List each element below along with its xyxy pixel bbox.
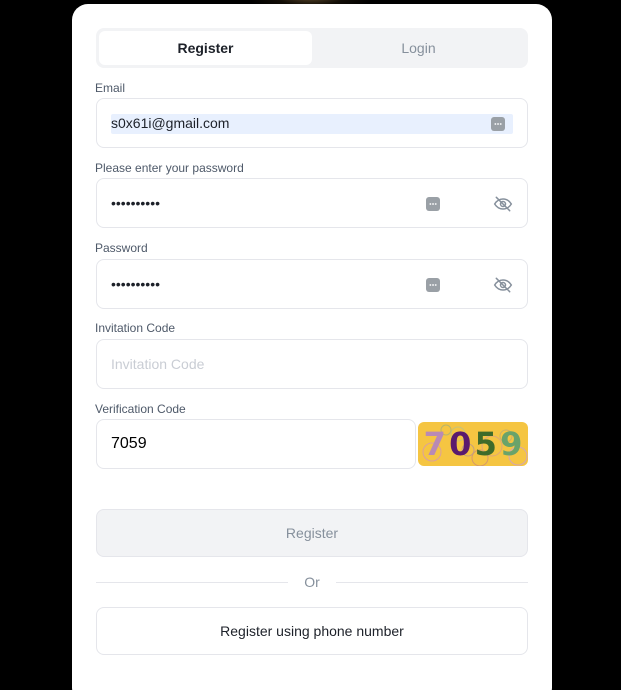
email-field[interactable]: s0x61i@gmail.com [96,98,528,148]
captcha-digit: 5 [474,425,497,463]
eye-off-icon[interactable] [493,194,513,214]
invitation-code-field[interactable]: Invitation Code [96,339,528,389]
captcha-image[interactable]: 7 0 5 9 [418,422,528,466]
register-button[interactable]: Register [96,509,528,557]
password-field[interactable]: •••••••••• [96,178,528,228]
tab-login[interactable]: Login [312,31,525,65]
email-value: s0x61i@gmail.com [111,115,230,131]
or-text: Or [304,574,320,590]
confirm-password-value: •••••••••• [111,276,161,292]
tab-register[interactable]: Register [99,31,312,65]
invitation-placeholder: Invitation Code [111,356,205,372]
password-label: Please enter your password [95,161,244,175]
captcha-digits: 7 0 5 9 [418,422,528,466]
divider-line [335,581,528,583]
captcha-digit: 7 [423,425,446,463]
verification-label: Verification Code [95,402,186,416]
register-phone-button[interactable]: Register using phone number [96,607,528,655]
email-label: Email [95,81,126,95]
password-manager-icon[interactable] [426,197,440,211]
password-value: •••••••••• [111,195,161,211]
auth-tabs: Register Login [96,28,528,68]
password-manager-icon[interactable] [491,117,505,131]
invitation-label: Invitation Code [95,321,176,335]
verification-code-field[interactable]: 7059 [96,419,416,469]
confirm-password-label: Password [95,241,148,255]
or-divider: Or [96,572,528,592]
captcha-digit: 9 [500,425,523,463]
register-card: Register Login Email s0x61i@gmail.com Pl… [72,4,552,690]
password-manager-icon[interactable] [426,278,440,292]
confirm-password-field[interactable]: •••••••••• [96,259,528,309]
captcha-digit: 0 [449,425,472,463]
verification-value: 7059 [111,435,147,452]
verification-row: 7059 7 0 5 9 [96,419,528,469]
eye-off-icon[interactable] [493,275,513,295]
divider-line [96,581,289,583]
